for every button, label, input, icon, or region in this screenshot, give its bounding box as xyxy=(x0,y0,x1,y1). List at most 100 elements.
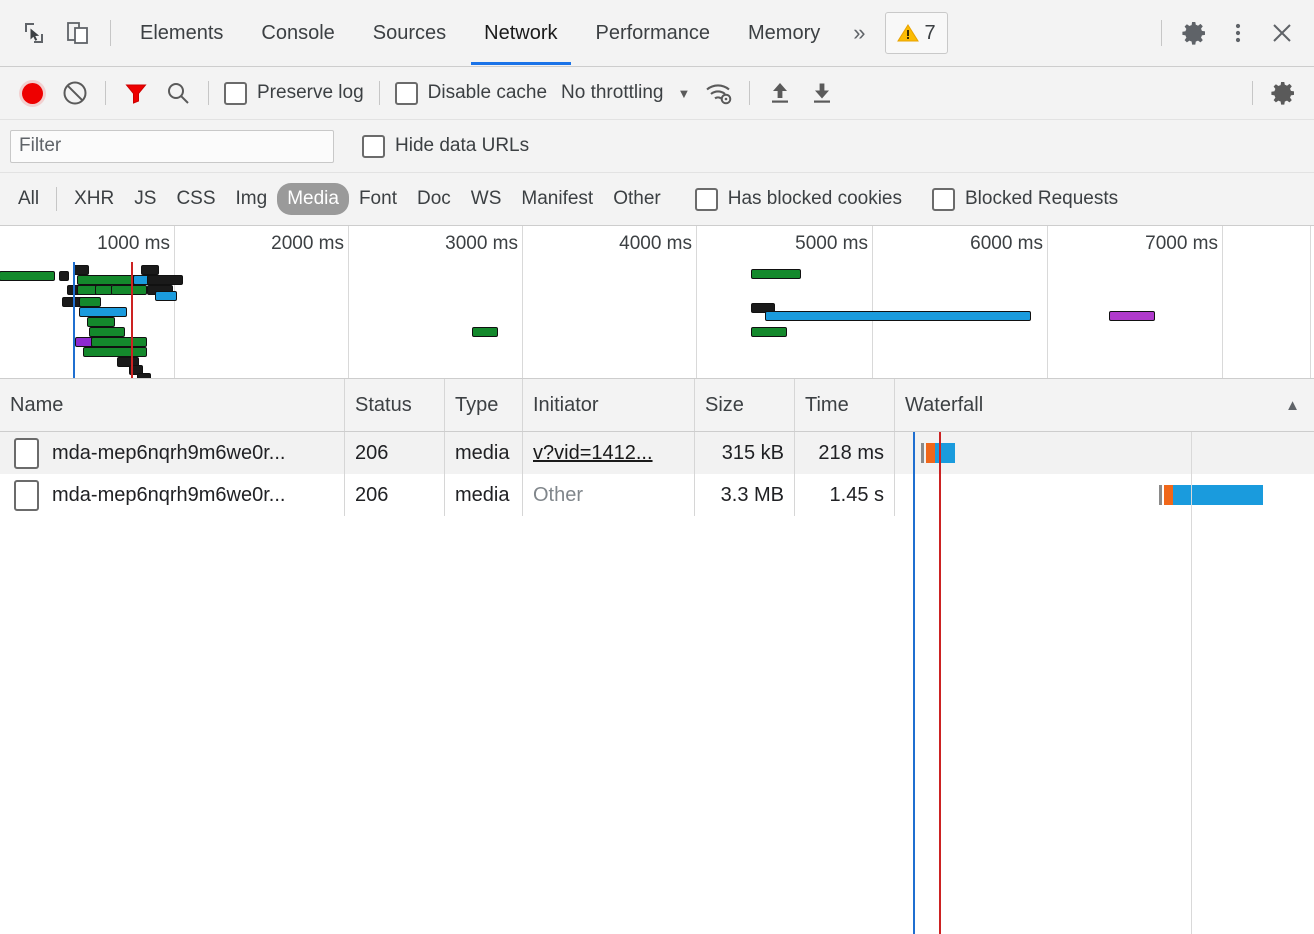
toolbar2-right-tools xyxy=(1243,72,1314,114)
hide-data-urls-checkbox[interactable]: Hide data URLs xyxy=(356,134,535,158)
preserve-log-label: Preserve log xyxy=(257,82,364,103)
overview-request-bar xyxy=(92,338,146,346)
resource-type-filter-bar: All XHR JS CSS Img Media Font Doc WS Man… xyxy=(0,173,1314,226)
checkbox-box xyxy=(224,81,247,105)
tab-network[interactable]: Network xyxy=(465,1,576,65)
more-tabs-icon[interactable]: » xyxy=(839,22,879,44)
chevron-down-icon: ▼ xyxy=(677,85,691,101)
overview-request-bar xyxy=(766,312,1030,320)
cell-size: 3.3 MB xyxy=(695,474,795,516)
column-header-name[interactable]: Name xyxy=(0,379,345,431)
tab-elements[interactable]: Elements xyxy=(121,1,242,65)
row-checkbox[interactable] xyxy=(14,437,39,469)
tabbar-divider xyxy=(110,20,111,46)
initiator-link[interactable]: v?vid=1412... xyxy=(533,442,653,464)
overview-request-bar xyxy=(60,272,68,280)
inspect-cursor-icon[interactable] xyxy=(12,11,56,55)
warning-triangle-icon xyxy=(897,23,920,43)
sort-ascending-icon: ▲ xyxy=(1285,396,1300,414)
disable-cache-checkbox[interactable]: Disable cache xyxy=(389,81,553,105)
column-header-time[interactable]: Time xyxy=(795,379,895,431)
cell-waterfall xyxy=(895,474,1314,516)
type-filter-js[interactable]: JS xyxy=(124,183,166,216)
overview-dcl-line xyxy=(73,262,75,378)
type-filter-ws[interactable]: WS xyxy=(461,183,512,216)
waterfall-wait-segment xyxy=(921,443,924,463)
overview-time-label: 6000 ms xyxy=(970,233,1043,254)
network-overview-timeline[interactable]: 1000 ms 2000 ms 3000 ms 4000 ms 5000 ms 6000 … xyxy=(0,226,1314,379)
overview-gridlines: 1000 ms 2000 ms 3000 ms 4000 ms 5000 ms 6000 … xyxy=(0,226,1314,378)
overview-request-bar xyxy=(118,358,138,366)
blocked-requests-checkbox[interactable]: Blocked Requests xyxy=(926,187,1124,211)
warning-badge[interactable]: 7 xyxy=(885,12,948,54)
upload-arrow-icon[interactable] xyxy=(759,72,801,114)
column-header-initiator[interactable]: Initiator xyxy=(523,379,695,431)
filter-funnel-icon[interactable] xyxy=(115,72,157,114)
overview-request-bar xyxy=(84,348,146,356)
column-header-status[interactable]: Status xyxy=(345,379,445,431)
more-vertical-icon[interactable] xyxy=(1216,11,1260,55)
column-header-type[interactable]: Type xyxy=(445,379,523,431)
blocked-requests-label: Blocked Requests xyxy=(965,188,1119,209)
overview-gridline xyxy=(1047,226,1048,378)
toolbar-divider-3 xyxy=(378,81,380,105)
warning-count: 7 xyxy=(924,21,936,44)
overview-request-bar xyxy=(473,328,497,336)
type-filter-xhr[interactable]: XHR xyxy=(64,183,124,216)
table-row[interactable]: mda-mep6nqrh9m6we0r... 206 media v?vid=1… xyxy=(0,432,1314,474)
disable-cache-label: Disable cache xyxy=(427,82,548,103)
overview-request-bar xyxy=(80,298,100,306)
preserve-log-checkbox[interactable]: Preserve log xyxy=(218,81,370,105)
overview-gridline xyxy=(872,226,873,378)
table-row[interactable]: mda-mep6nqrh9m6we0r... 206 media Other 3… xyxy=(0,474,1314,516)
type-filter-media[interactable]: Media xyxy=(277,182,349,216)
download-arrow-icon[interactable] xyxy=(801,72,843,114)
overview-gridline xyxy=(174,226,175,378)
type-filter-font[interactable]: Font xyxy=(349,183,407,216)
type-filter-doc[interactable]: Doc xyxy=(407,183,461,216)
tabbar-right-divider xyxy=(1161,20,1162,46)
overview-request-bar xyxy=(752,270,800,278)
type-filter-img[interactable]: Img xyxy=(226,183,278,216)
request-name: mda-mep6nqrh9m6we0r... xyxy=(52,484,286,506)
search-icon[interactable] xyxy=(157,72,199,114)
tab-performance[interactable]: Performance xyxy=(577,1,730,65)
overview-time-label: 5000 ms xyxy=(795,233,868,254)
filter-input[interactable] xyxy=(10,129,334,163)
overview-load-line xyxy=(131,262,133,378)
has-blocked-cookies-checkbox[interactable]: Has blocked cookies xyxy=(689,187,908,211)
overview-gridline xyxy=(348,226,349,378)
record-circle-icon[interactable] xyxy=(10,71,54,115)
network-filter-toolbar: Hide data URLs xyxy=(0,120,1314,173)
overview-gridline xyxy=(522,226,523,378)
row-checkbox[interactable] xyxy=(14,479,39,511)
gear-icon[interactable] xyxy=(1172,11,1216,55)
waterfall-dcl-line xyxy=(913,432,915,934)
waterfall-connect-segment xyxy=(926,443,935,463)
network-settings-gear-icon[interactable] xyxy=(1262,72,1304,114)
wifi-settings-icon[interactable] xyxy=(698,72,740,114)
overview-request-bar xyxy=(1110,312,1154,320)
type-filter-all[interactable]: All xyxy=(8,183,49,216)
device-toolbar-icon[interactable] xyxy=(56,11,100,55)
tab-console[interactable]: Console xyxy=(242,1,353,65)
tab-sources[interactable]: Sources xyxy=(354,1,465,65)
overview-time-label: 4000 ms xyxy=(619,233,692,254)
overview-request-bar xyxy=(0,272,54,280)
network-request-table: Name Status Type Initiator Size Time Wat… xyxy=(0,379,1314,934)
type-filter-other[interactable]: Other xyxy=(603,183,671,216)
typefilter-divider xyxy=(56,187,58,211)
tab-memory[interactable]: Memory xyxy=(729,1,839,65)
column-header-size[interactable]: Size xyxy=(695,379,795,431)
close-icon[interactable] xyxy=(1260,11,1304,55)
type-filter-manifest[interactable]: Manifest xyxy=(511,183,603,216)
type-filter-css[interactable]: CSS xyxy=(166,183,225,216)
column-header-waterfall[interactable]: Waterfall ▲ xyxy=(895,379,1314,431)
waterfall-load-line xyxy=(939,432,941,934)
tab-label: Performance xyxy=(595,22,711,44)
overview-time-label: 7000 ms xyxy=(1145,233,1218,254)
toolbar-divider-4 xyxy=(749,81,751,105)
devtools-window: Elements Console Sources Network Perform… xyxy=(0,0,1314,934)
throttling-dropdown[interactable]: No throttling ▼ xyxy=(553,82,690,104)
clear-prohibited-icon[interactable] xyxy=(54,72,96,114)
